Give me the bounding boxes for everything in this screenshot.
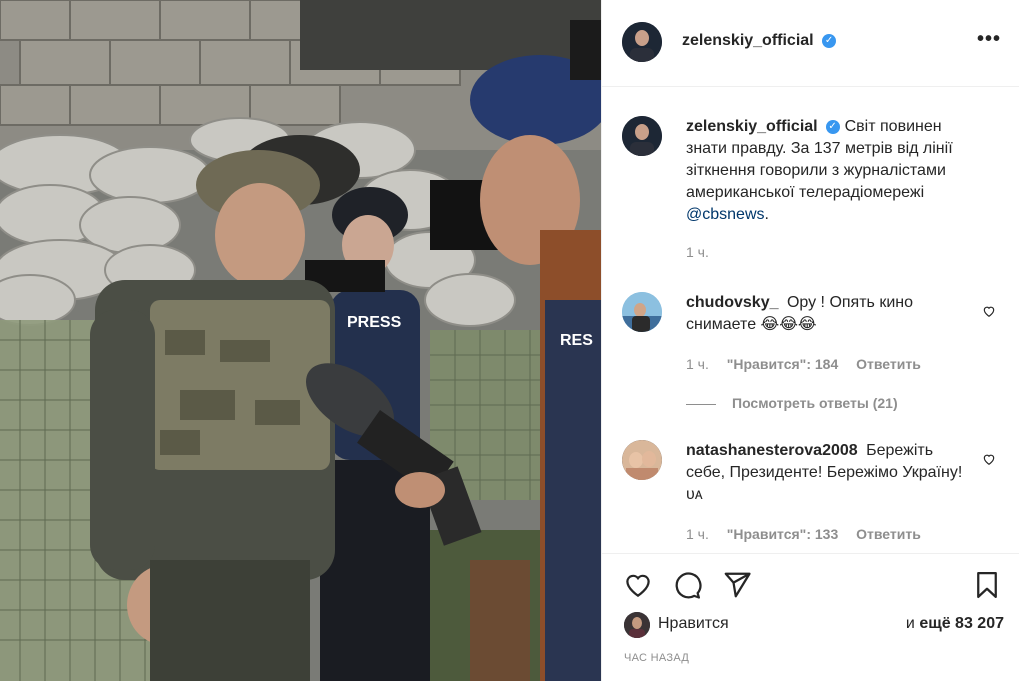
likes-count[interactable]: и ещё 83 207: [906, 615, 1004, 633]
post-side-panel: zelenskiy_official ✓ ••• zelenskiy_offic…: [601, 0, 1019, 681]
likes-prefix: и: [905, 615, 915, 632]
caption-meta: 1 ч.: [686, 244, 723, 260]
likes-count-value: ещё 83 207: [919, 615, 1004, 632]
avatar[interactable]: [622, 440, 662, 480]
svg-text:PRESS: PRESS: [347, 314, 402, 331]
comment-body: chudovsky_ Ору ! Опять кино снимаете 😂😂😂: [686, 292, 976, 336]
comment-meta: 1 ч. "Нравится": 184 Ответить: [686, 356, 935, 372]
caption-period: .: [764, 206, 769, 223]
reply-button[interactable]: Ответить: [856, 526, 921, 542]
comment-body: natashanesterova2008 Бережіть себе, През…: [686, 440, 976, 506]
comment-time[interactable]: 1 ч.: [686, 526, 709, 542]
comment-username[interactable]: chudovsky_: [686, 294, 778, 311]
share-icon[interactable]: [722, 570, 752, 600]
header-username[interactable]: zelenskiy_official: [682, 32, 814, 49]
caption-username[interactable]: zelenskiy_official: [686, 118, 818, 135]
profile-picture: [622, 116, 662, 156]
svg-text:RES: RES: [560, 332, 593, 349]
post-header: zelenskiy_official ✓ •••: [602, 0, 1019, 87]
view-replies-button[interactable]: Посмотреть ответы (21): [686, 395, 898, 411]
header-user: zelenskiy_official ✓: [682, 32, 837, 50]
post-photo[interactable]: PRESS RES: [0, 0, 601, 681]
like-comment-heart-icon[interactable]: [982, 304, 996, 318]
likes-row: Нравится и ещё 83 207: [624, 612, 1004, 638]
profile-picture: [622, 22, 662, 62]
mention-link[interactable]: @cbsnews: [686, 206, 765, 223]
avatar[interactable]: [622, 292, 662, 332]
comment-icon[interactable]: [672, 570, 702, 600]
verified-badge-icon: ✓: [822, 33, 837, 48]
comment-likes[interactable]: "Нравится": 133: [727, 526, 838, 542]
liker-avatar-picture: [624, 612, 650, 638]
more-options-button[interactable]: •••: [977, 28, 1001, 51]
post-actions: Нравится и ещё 83 207 ЧАС НАЗАД: [602, 553, 1019, 681]
post-timestamp[interactable]: ЧАС НАЗАД: [624, 652, 689, 664]
heart-icon[interactable]: [622, 570, 654, 600]
caption-time[interactable]: 1 ч.: [686, 244, 709, 260]
avatar[interactable]: [624, 612, 650, 638]
view-replies-label: Посмотреть ответы (21): [732, 395, 898, 411]
comment-avatar-picture: [622, 440, 662, 480]
comment-likes[interactable]: "Нравится": 184: [727, 356, 838, 372]
bookmark-icon[interactable]: [972, 569, 1002, 601]
comments-list: zelenskiy_official ✓ Світ повинен знати пр…: [602, 88, 1019, 552]
verified-badge-icon: ✓: [825, 119, 840, 134]
post-photo-illustration: PRESS RES: [0, 0, 601, 681]
replies-divider-line: [686, 403, 716, 405]
comment-username[interactable]: natashanesterova2008: [686, 442, 858, 459]
avatar[interactable]: [622, 116, 662, 156]
like-comment-heart-icon[interactable]: [982, 452, 996, 466]
likes-label[interactable]: Нравится: [658, 615, 729, 633]
comment-meta: 1 ч. "Нравится": 133 Ответить: [686, 526, 935, 542]
avatar[interactable]: [622, 22, 662, 62]
comment-time[interactable]: 1 ч.: [686, 356, 709, 372]
reply-button[interactable]: Ответить: [856, 356, 921, 372]
caption-body: zelenskiy_official ✓ Світ повинен знати пр…: [686, 116, 976, 226]
comment-avatar-picture: [622, 292, 662, 332]
